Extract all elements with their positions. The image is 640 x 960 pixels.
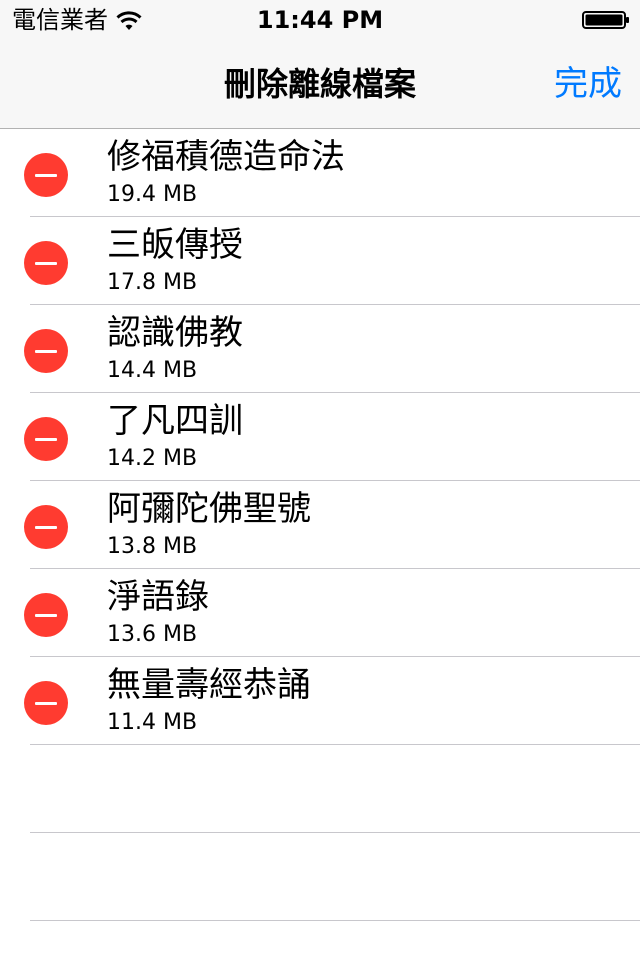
item-size: 17.8 MB [107,270,198,295]
item-title: 修福積德造命法 [107,137,345,177]
minus-bar [35,701,57,705]
list-item[interactable]: 修福積德造命法 19.4 MB [0,129,640,217]
list-item[interactable]: 阿彌陀佛聖號 13.8 MB [0,481,640,569]
list-item[interactable]: 三皈傳授 17.8 MB [0,217,640,305]
item-size: 14.4 MB [107,358,198,383]
item-title: 無量壽經恭誦 [107,665,311,705]
item-title: 認識佛教 [107,313,243,353]
done-button[interactable]: 完成 [554,62,622,106]
minus-circle-icon[interactable] [24,329,68,373]
minus-bar [35,525,57,529]
list-item[interactable]: 了凡四訓 14.2 MB [0,393,640,481]
row-separator [30,920,640,921]
minus-bar [35,261,57,265]
item-size: 11.4 MB [107,710,198,735]
item-title: 三皈傳授 [107,225,243,265]
status-time: 11:44 PM [256,6,384,34]
offline-files-list: 修福積德造命法 19.4 MB 三皈傳授 17.8 MB 認識佛教 14.4 MB 了凡四訓… [0,129,640,921]
minus-circle-icon[interactable] [24,681,68,725]
page-title: 刪除離線檔案 [223,65,416,103]
minus-circle-icon[interactable] [24,593,68,637]
minus-bar [35,437,57,441]
minus-circle-icon[interactable] [24,153,68,197]
item-size: 13.8 MB [107,534,198,559]
minus-circle-icon[interactable] [24,241,68,285]
minus-circle-icon[interactable] [24,417,68,461]
item-title: 了凡四訓 [107,401,243,441]
navigation-bar: 刪除離線檔案 完成 [0,40,640,129]
minus-bar [35,349,57,353]
list-item[interactable]: 淨語錄 13.6 MB [0,569,640,657]
list-item[interactable]: 無量壽經恭誦 11.4 MB [0,657,640,745]
list-item[interactable]: 認識佛教 14.4 MB [0,305,640,393]
item-title: 淨語錄 [107,577,209,617]
item-size: 14.2 MB [107,446,198,471]
battery-icon [582,11,630,29]
item-size: 19.4 MB [107,182,198,207]
item-title: 阿彌陀佛聖號 [107,489,311,529]
minus-bar [35,613,57,617]
status-bar: 電信業者 11:44 PM [0,0,640,40]
empty-row [0,745,640,833]
minus-circle-icon[interactable] [24,505,68,549]
empty-row [0,833,640,921]
minus-bar [35,173,57,177]
item-size: 13.6 MB [107,622,198,647]
